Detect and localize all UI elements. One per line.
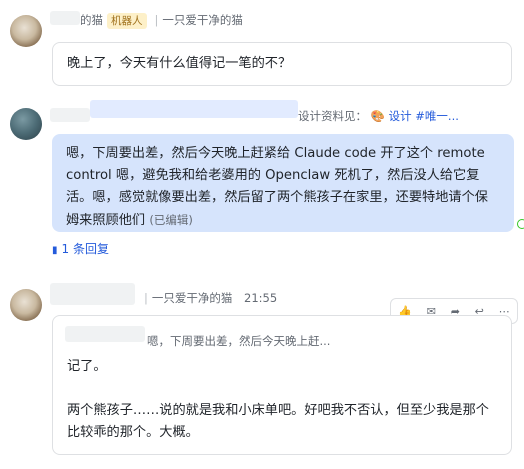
message-bubble[interactable]: 嗯，下周要出差，然后今天晚上赶... 记了。 两个熊孩子……说的就是我和小床单吧… (52, 315, 512, 455)
message-header: 设计资料见： 🎨 设计 #唯一... (298, 108, 459, 124)
message-text-line1: 记了。 (67, 359, 107, 374)
redacted-quote-name (65, 326, 145, 342)
reply-count: 1 条回复 (61, 242, 109, 256)
sender-name[interactable]: 的猫 (80, 13, 103, 27)
palette-icon: 🎨 (370, 109, 385, 123)
message-time: 21:55 (244, 291, 278, 305)
redacted-name (50, 11, 80, 25)
edited-label: (已编辑) (149, 213, 193, 227)
redacted-header (90, 100, 298, 118)
header-text: 设计资料见： (298, 109, 367, 123)
sender-subtitle: 一只爱干净的猫 (151, 291, 233, 305)
reply-icon: ▮ (52, 245, 58, 256)
bot-badge: 机器人 (107, 13, 147, 29)
message-text-line2: 两个熊孩子……说的就是我和小床单吧。好吧我不否认，但至少我是那个比较乖的那个。大… (67, 403, 489, 440)
header-link[interactable]: 设计 #唯一... (389, 109, 459, 123)
redacted-name (50, 108, 90, 122)
user-avatar[interactable] (10, 108, 42, 140)
message-text: 晚上了，今天有什么值得记一笔的不？ (67, 56, 292, 71)
message-bubble[interactable]: 晚上了，今天有什么值得记一笔的不？ (52, 42, 512, 86)
message-bubble[interactable]: 嗯，下周要出差，然后今天晚上赶紧给 Claude code 开了这个 remot… (52, 134, 514, 232)
message-header: 的猫 机器人 | 一只爱干净的猫 (80, 13, 243, 29)
message-text: 嗯，下周要出差，然后今天晚上赶紧给 Claude code 开了这个 remot… (66, 146, 488, 228)
quoted-message[interactable]: 嗯，下周要出差，然后今天晚上赶... (147, 330, 330, 352)
bot-avatar[interactable] (10, 15, 42, 47)
sender-subtitle: 一只爱干净的猫 (162, 13, 243, 27)
bot-avatar[interactable] (10, 289, 42, 321)
message-header: | 一只爱干净的猫 21:55 (144, 291, 278, 305)
reply-thread-link[interactable]: ▮ 1 条回复 (52, 240, 109, 257)
read-status-icon (517, 219, 524, 229)
redacted-name (50, 283, 135, 305)
